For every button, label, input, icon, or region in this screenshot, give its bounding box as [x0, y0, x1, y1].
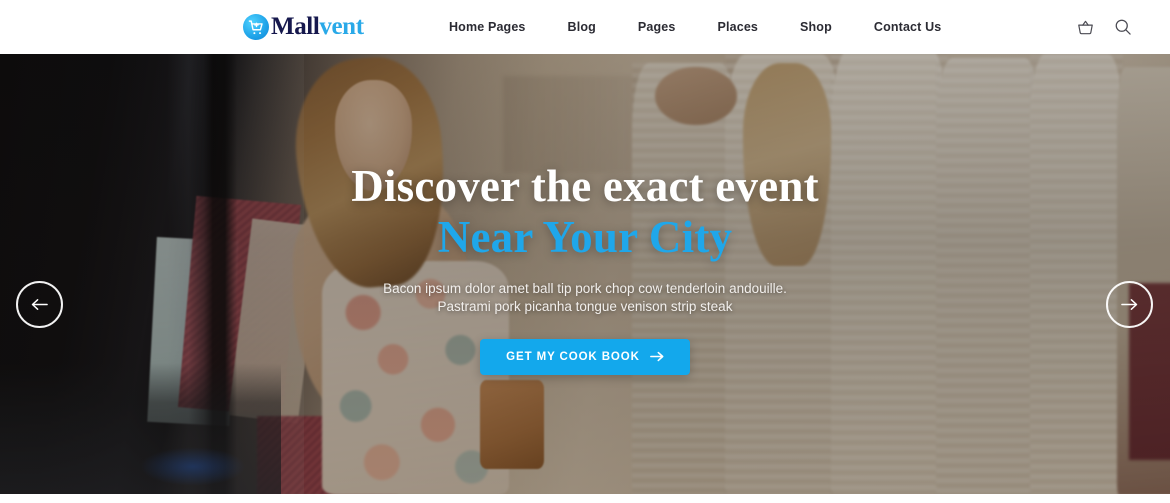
hero-slider: Discover the exact event Near Your City …: [0, 54, 1170, 495]
arrow-right-icon: [649, 351, 664, 362]
nav-item-contact-us[interactable]: Contact Us: [853, 0, 962, 54]
arrow-right-icon: [1121, 298, 1138, 311]
nav-item-places[interactable]: Places: [697, 0, 780, 54]
site-logo[interactable]: Mallvent: [243, 11, 364, 43]
logo-text: Mallvent: [271, 14, 364, 40]
nav-item-blog[interactable]: Blog: [547, 0, 617, 54]
shopping-cart-circle-icon: [243, 14, 269, 40]
nav-item-pages[interactable]: Pages: [617, 0, 697, 54]
cta-label: GET MY COOK BOOK: [506, 350, 640, 363]
shopping-basket-icon[interactable]: [1074, 16, 1096, 38]
hero-content: Discover the exact event Near Your City …: [0, 54, 1170, 495]
get-my-cook-book-button[interactable]: GET MY COOK BOOK: [480, 338, 690, 375]
logo-text-accent: vent: [319, 13, 364, 40]
hero-subtitle: Bacon ipsum dolor amet ball tip pork cho…: [383, 280, 787, 314]
logo-text-primary: Mall: [271, 13, 320, 40]
page-bottom-strip: [0, 494, 1170, 503]
hero-title-line-1: Discover the exact event: [351, 160, 819, 211]
header-icon-group: [1074, 0, 1134, 54]
nav-item-home-pages[interactable]: Home Pages: [449, 0, 547, 54]
main-navigation: Home Pages Blog Pages Places Shop Contac…: [449, 0, 962, 54]
nav-item-shop[interactable]: Shop: [779, 0, 853, 54]
slider-prev-button[interactable]: [16, 281, 63, 328]
page-root: Mallvent Home Pages Blog Pages Places Sh…: [0, 0, 1170, 503]
arrow-left-icon: [31, 298, 48, 311]
slider-next-button[interactable]: [1106, 281, 1153, 328]
search-icon[interactable]: [1112, 16, 1134, 38]
site-header: Mallvent Home Pages Blog Pages Places Sh…: [0, 0, 1170, 54]
hero-title-line-2: Near Your City: [437, 211, 733, 262]
